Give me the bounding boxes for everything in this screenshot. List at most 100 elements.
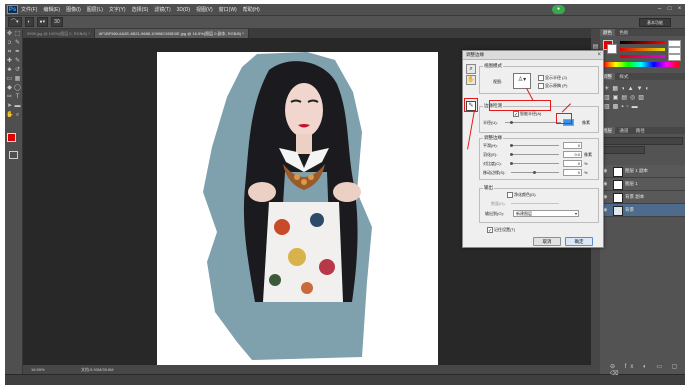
contrast-slider[interactable] [511,163,559,164]
hand-tool-icon[interactable]: ✋ [6,112,13,119]
tab-paths[interactable]: 路径 [633,127,648,134]
pen-tool-icon[interactable]: ✑ [6,94,13,101]
radius-slider-knob[interactable] [510,121,513,124]
output-to-select[interactable]: 新建图层 ▾ [513,210,579,217]
foreground-color-swatch[interactable] [7,133,16,142]
path-select-icon[interactable]: ➤ [6,103,13,110]
blur-tool-icon[interactable]: ◆ [6,85,13,92]
tab-color[interactable]: 颜色 [600,29,615,36]
menu-filter[interactable]: 滤镜(T) [154,6,170,13]
green-slider[interactable] [620,48,665,51]
shift-edge-slider-knob[interactable] [533,171,536,174]
cancel-button[interactable]: 取消 [533,237,561,246]
menu-view[interactable]: 视图(V) [196,6,213,13]
dialog-close-icon[interactable]: × [597,51,601,59]
annotation-box-radius [556,113,572,124]
type-tool-icon[interactable]: T [14,94,21,101]
feather-slider-knob[interactable] [510,153,513,156]
document-canvas[interactable] [157,52,438,368]
menu-file[interactable]: 文件(F) [21,6,37,13]
show-radius-checkbox[interactable] [538,75,544,81]
contrast-slider-knob[interactable] [510,162,513,165]
doc-size-readout: 文档:5.93M/35.6M [81,367,114,372]
feather-slider[interactable] [511,154,559,155]
layer-row[interactable]: ◉ 图层 1 副本 [600,165,685,178]
stamp-tool-icon[interactable]: ♣ [6,67,13,74]
workspace-selector[interactable]: 基本功能 [639,18,671,27]
history-brush-icon[interactable]: ↺ [14,67,21,74]
dodge-tool-icon[interactable]: ◯ [14,85,21,92]
annotation-box-smart-radius [489,100,551,111]
layer-filter[interactable] [603,137,683,145]
menu-3d[interactable]: 3D(D) [177,7,190,13]
menu-select[interactable]: 选择(S) [132,6,149,13]
lasso-tool-icon[interactable]: ↄ [6,40,13,47]
quick-select-tool-icon[interactable]: ✎ [14,40,21,47]
blue-value[interactable] [668,54,681,61]
brush-size-picker[interactable]: ●▾ [36,17,49,27]
menu-edit[interactable]: 编辑(E) [43,6,60,13]
maximize-button[interactable]: □ [665,5,674,13]
smart-radius-checkbox[interactable]: ✓ [513,111,519,118]
minimize-button[interactable]: – [655,5,664,13]
zoom-readout[interactable]: 16.59% [23,365,71,374]
zoom-tool-icon[interactable]: ⌕ [14,112,21,119]
notification-icon[interactable]: ● [552,5,565,14]
contrast-value-field[interactable]: 0 [563,160,582,167]
amount-slider[interactable] [511,203,559,204]
size-field[interactable]: 30 [51,17,63,27]
view-thumbnail-button[interactable]: ♙▾ [513,73,531,89]
tab-swatches[interactable]: 色板 [616,29,631,36]
radius-slider[interactable] [505,122,561,123]
menu-window[interactable]: 窗口(W) [219,6,237,13]
bg-swatch[interactable] [607,44,617,54]
options-bar: ⌒▾ ◐ ●▾ 30 基本功能 [5,16,685,29]
tab-channels[interactable]: 通道 [616,127,631,134]
tool-preset-picker[interactable]: ⌒▾ [8,17,22,27]
smooth-value-field[interactable]: 0 [563,142,582,149]
menu-type[interactable]: 文字(Y) [109,6,126,13]
eraser-tool-icon[interactable]: ▭ [6,76,13,83]
decontaminate-checkbox[interactable] [507,192,513,198]
tab-document-2[interactable]: AF1BF560-6A2E-4B21-9688-10998C985D0E.jpg… [94,29,249,38]
menu-help[interactable]: 帮助(H) [243,6,260,13]
portrait-photo [203,52,372,360]
tab-document-1[interactable]: 9999.jpg @ 100%(图层 0, RGB/8) * [23,29,95,38]
feather-value-field[interactable]: 0.0 [563,151,582,158]
history-icon[interactable]: ▤ [591,43,600,50]
show-original-checkbox[interactable] [538,83,544,89]
color-spectrum[interactable] [603,62,679,67]
smooth-slider-knob[interactable] [510,144,513,147]
red-slider[interactable] [620,41,665,44]
refine-edge-dialog: 调整边缘 × ⌕ ✋ ✎ 视图模式 视图: ♙▾ 显示半径 (J) 显示原稿 (… [462,50,604,248]
zoom-icon[interactable]: ⌕ [466,64,476,74]
layer-actions[interactable]: ⊖ fx ◐ ▭ ▢ ⌫ [610,363,685,377]
layer-row[interactable]: ◉ 图层 1 [600,178,685,191]
menu-layer[interactable]: 图层(L) [87,6,103,13]
healing-tool-icon[interactable]: ✚ [6,58,13,65]
blue-slider[interactable] [620,55,665,58]
menu-image[interactable]: 图像(I) [66,6,81,13]
adjustment-icons[interactable]: ☀▦◑▲▼◐ ▥▣▤◎▧ ▨▩▪▫▬ [604,85,682,112]
smooth-slider[interactable] [511,145,559,146]
shift-edge-value-field[interactable]: 0 [563,169,582,176]
green-value[interactable] [668,47,681,54]
blend-mode-select[interactable] [603,146,645,154]
hand-icon[interactable]: ✋ [466,75,476,85]
marquee-tool-icon[interactable]: ⬚ [14,31,21,38]
brush-mode-icon[interactable]: ◐ [24,17,34,27]
layer-row-selected[interactable]: ◉ 背景 [600,204,685,217]
close-window-button[interactable]: × [675,5,684,13]
quick-mask-icon[interactable] [9,151,18,159]
move-tool-icon[interactable]: ✥ [6,31,13,38]
shape-tool-icon[interactable]: ▬ [14,103,21,110]
gradient-tool-icon[interactable]: ▦ [14,76,21,83]
remember-settings-checkbox[interactable]: ✓ [487,227,493,234]
tab-styles[interactable]: 样式 [616,73,631,80]
eyedropper-tool-icon[interactable]: ✒ [14,49,21,56]
brush-tool-icon[interactable]: ✎ [14,58,21,65]
crop-tool-icon[interactable]: ⌗ [6,49,13,56]
ok-button[interactable]: 确定 [565,237,593,246]
red-value[interactable] [668,40,681,47]
layer-row[interactable]: ◉ 背景 副本 [600,191,685,204]
